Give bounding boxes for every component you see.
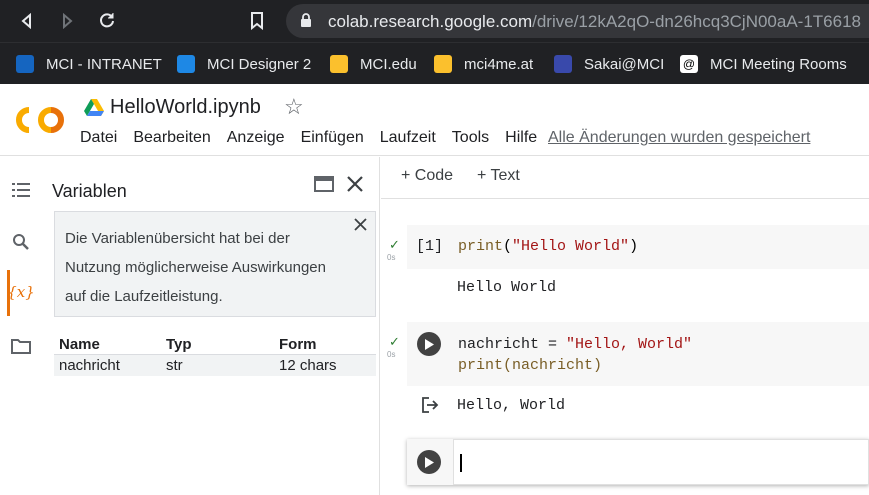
run-cell-button[interactable] [417, 332, 441, 356]
lock-icon [300, 13, 312, 33]
forward-icon[interactable] [54, 8, 80, 34]
var-name: nachricht [59, 357, 120, 374]
success-check-icon: ✓ [389, 334, 400, 349]
code-cell[interactable]: [1] print("Hello World") [407, 225, 869, 269]
open-in-tab-icon[interactable] [314, 175, 334, 198]
bookmark-label: MCI Meeting Rooms [710, 55, 847, 73]
mci-favicon [16, 55, 34, 73]
performance-notice: Die Variablenübersicht hat bei der Nutzu… [54, 211, 376, 317]
menu-einfuegen[interactable]: Einfügen [301, 129, 364, 147]
exec-time: 0s [387, 350, 396, 359]
google-drive-icon [84, 99, 104, 122]
code-line: print("Hello World") [458, 238, 639, 255]
success-check-icon: ✓ [389, 237, 400, 252]
menu-hilfe[interactable]: Hilfe [505, 129, 537, 147]
var-shape: 12 chars [279, 357, 337, 374]
browser-toolbar: colab.research.google.com/drive/12kA2qO-… [0, 0, 869, 42]
bookmark-label: mci4me.at [464, 55, 534, 73]
back-icon[interactable] [14, 8, 40, 34]
code-cell[interactable]: nachricht = "Hello, World" print(nachric… [407, 322, 869, 386]
notebook-area: + Code + Text ✓ 0s [1] print("Hello Worl… [381, 157, 869, 495]
bookmark-label: MCI.edu [360, 55, 417, 73]
table-row[interactable]: nachricht str 12 chars [54, 355, 376, 376]
url-text: colab.research.google.com/drive/12kA2qO-… [328, 12, 861, 32]
cell-output: Hello, World [457, 397, 566, 414]
url-host: colab.research.google.com [328, 12, 533, 31]
mci4me-favicon [434, 55, 452, 73]
mci-edu-favicon [330, 55, 348, 73]
search-icon[interactable] [8, 229, 34, 255]
menu-laufzeit[interactable]: Laufzeit [380, 129, 436, 147]
menu-anzeige[interactable]: Anzeige [227, 129, 285, 147]
sakai-favicon [554, 55, 572, 73]
code-line-1: nachricht = "Hello, World" [458, 334, 692, 355]
exec-count: [1] [416, 238, 444, 255]
output-icon[interactable] [421, 397, 439, 418]
bookmark-label: MCI Designer 2 [207, 55, 312, 73]
folder-icon[interactable] [8, 333, 34, 359]
col-name: Name [59, 336, 100, 353]
variables-panel: Variablen Die Variablenübersicht hat bei… [40, 157, 380, 495]
run-cell-button[interactable] [417, 450, 441, 474]
close-notice-icon[interactable] [354, 218, 367, 236]
variables-table: Name Typ Form nachricht str 12 chars [54, 335, 376, 376]
address-bar[interactable]: colab.research.google.com/drive/12kA2qO-… [286, 4, 869, 38]
colab-logo[interactable] [14, 104, 66, 136]
var-type: str [166, 357, 183, 374]
code-string: "Hello World" [512, 238, 630, 255]
table-header: Name Typ Form [54, 335, 376, 355]
exec-time: 0s [387, 253, 396, 262]
at-favicon: @ [680, 55, 698, 73]
code-fn: print [458, 238, 504, 255]
bookmarks-bar: MCI - INTRANET MCI Designer 2 MCI.edu mc… [0, 42, 869, 84]
menu-datei[interactable]: Datei [80, 129, 117, 147]
reload-icon[interactable] [94, 8, 120, 34]
bookmark-sakai[interactable]: Sakai@MCI [554, 53, 664, 75]
code-block: nachricht = "Hello, World" print(nachric… [458, 334, 692, 376]
col-type: Typ [166, 336, 192, 353]
colab-header: HelloWorld.ipynb ☆ Datei Bearbeiten Anze… [0, 84, 869, 156]
notebook-toolbar: + Code + Text [381, 157, 869, 199]
bookmark-meeting-rooms[interactable]: @ MCI Meeting Rooms [680, 53, 847, 75]
bookmark-label: MCI - INTRANET [46, 55, 162, 73]
menu-tools[interactable]: Tools [452, 129, 489, 147]
variables-icon[interactable]: {x} [7, 279, 35, 305]
code-line-2: print(nachricht) [458, 357, 603, 374]
notice-text: Die Variablenübersicht hat bei der Nutzu… [65, 230, 326, 305]
side-rail: {x} [0, 157, 40, 495]
url-path: /drive/12kA2qO-dn26hcq3CjN00aA-1T6618 [532, 12, 861, 31]
add-code-button[interactable]: + Code [401, 167, 453, 185]
code-var: nachricht = [458, 336, 567, 353]
bookmark-icon[interactable] [244, 8, 270, 34]
add-text-button[interactable]: + Text [477, 167, 520, 185]
bookmark-mci-designer[interactable]: MCI Designer 2 [177, 53, 311, 75]
menu-bar: Datei Bearbeiten Anzeige Einfügen Laufze… [80, 129, 553, 147]
code-editor[interactable] [453, 439, 869, 485]
bookmark-mci-edu[interactable]: MCI.edu [330, 53, 417, 75]
text-cursor [460, 454, 462, 472]
col-shape: Form [279, 336, 317, 353]
bookmark-mci-intranet[interactable]: MCI - INTRANET [16, 53, 162, 75]
bookmark-mci4me[interactable]: mci4me.at [434, 53, 533, 75]
star-icon[interactable]: ☆ [284, 94, 304, 120]
notebook-title[interactable]: HelloWorld.ipynb [110, 96, 261, 119]
bookmark-label: Sakai@MCI [584, 55, 665, 73]
active-code-cell[interactable] [407, 439, 869, 485]
save-status[interactable]: Alle Änderungen wurden gespeichert [548, 129, 810, 147]
designer-favicon [177, 55, 195, 73]
cell-output: Hello World [457, 279, 557, 296]
menu-bearbeiten[interactable]: Bearbeiten [133, 129, 210, 147]
code-string: "Hello, World" [566, 336, 693, 353]
panel-title: Variablen [52, 181, 127, 201]
table-of-contents-icon[interactable] [8, 177, 34, 203]
close-panel-icon[interactable] [346, 175, 364, 198]
